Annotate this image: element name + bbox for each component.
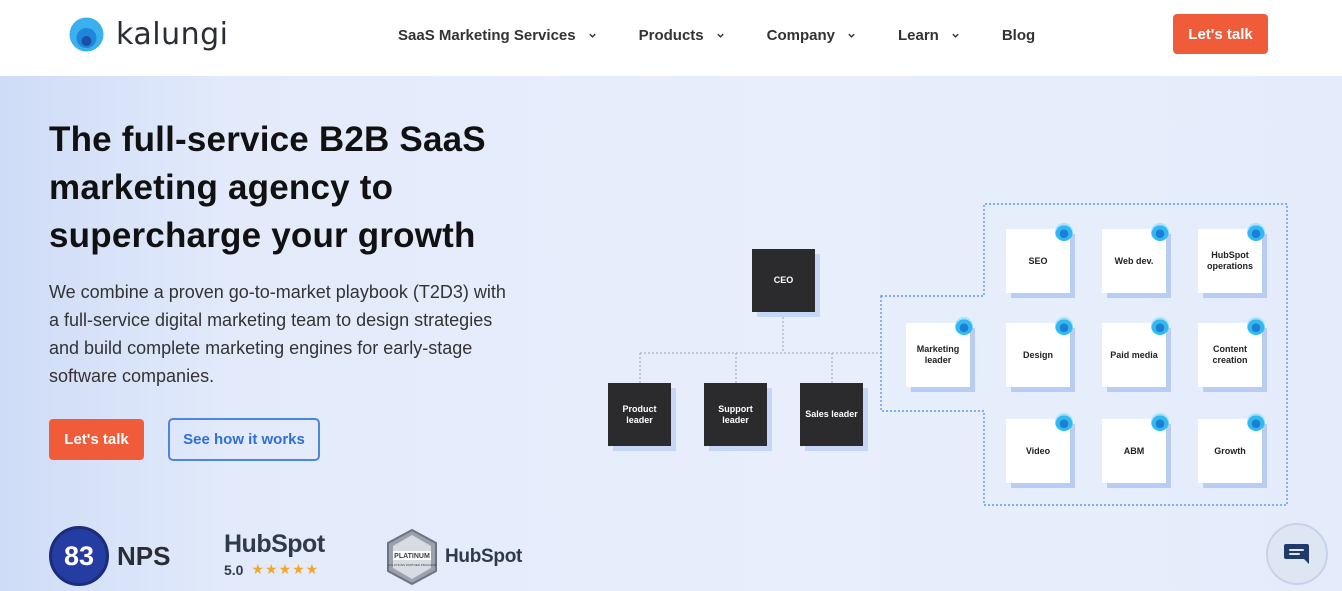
team-label: Content creation [1212,344,1248,365]
logo-link[interactable]: kalungi [69,17,228,52]
main-nav: SaaS Marketing Services Products Company… [398,0,1077,70]
nav-company[interactable]: Company [767,27,856,44]
ceo-label: CEO [773,275,794,285]
nav-item-label: Company [766,26,835,44]
team-label: Video [1025,445,1051,456]
team-member-icon [1055,317,1073,335]
chevron-down-icon [588,33,596,38]
nav-item-label: Products [638,26,704,44]
nav-item-label: Learn [897,26,939,44]
support-leader-box: Support leader [704,383,767,446]
team-member-icon [1055,413,1073,431]
nav-item-label: SaaS Marketing Services [398,26,576,44]
team-label: SEO [1028,255,1048,266]
nav-saas-marketing-services[interactable]: SaaS Marketing Services [398,27,597,44]
site-header: kalungi SaaS Marketing Services Products… [0,0,1342,76]
team-label: HubSpot operations [1206,250,1253,271]
nav-products[interactable]: Products [639,27,725,44]
nav-blog[interactable]: Blog [1002,27,1035,44]
team-member-icon [1247,413,1265,431]
team-member-icon [1151,317,1169,335]
nav-learn[interactable]: Learn [898,27,960,44]
chevron-down-icon [952,33,959,38]
team-member-icon [1151,413,1169,431]
chevron-down-icon [848,33,855,38]
team-label: Growth [1214,445,1246,456]
kalungi-logo-icon [69,17,104,52]
hero-section: The full-service B2B SaaS marketing agen… [0,76,1342,591]
team-member-icon [1247,317,1265,335]
marketing-leader-label: Marketing leader [916,344,960,365]
nav-item-label: Blog [1001,26,1036,44]
chat-widget-button[interactable] [1266,523,1328,585]
chevron-down-icon [716,33,724,38]
chat-bubble-icon [1284,544,1309,564]
brand-name: kalungi [116,17,229,52]
leader-label: Support leader [718,403,753,425]
team-label: Web dev. [1114,255,1154,266]
team-label: Design [1022,349,1053,360]
leader-label: Sales leader [805,409,858,419]
ceo-box: CEO [752,249,815,312]
leader-label: Product leader [622,403,657,425]
team-member-icon [1151,223,1169,241]
team-member-icon [1055,223,1073,241]
team-label: Paid media [1110,349,1158,360]
team-member-icon [955,317,973,335]
header-lets-talk-button[interactable]: Let's talk [1173,14,1268,54]
team-label: ABM [1123,445,1145,456]
product-leader-box: Product leader [608,383,671,446]
team-member-icon [1247,223,1265,241]
sales-leader-box: Sales leader [800,383,863,446]
